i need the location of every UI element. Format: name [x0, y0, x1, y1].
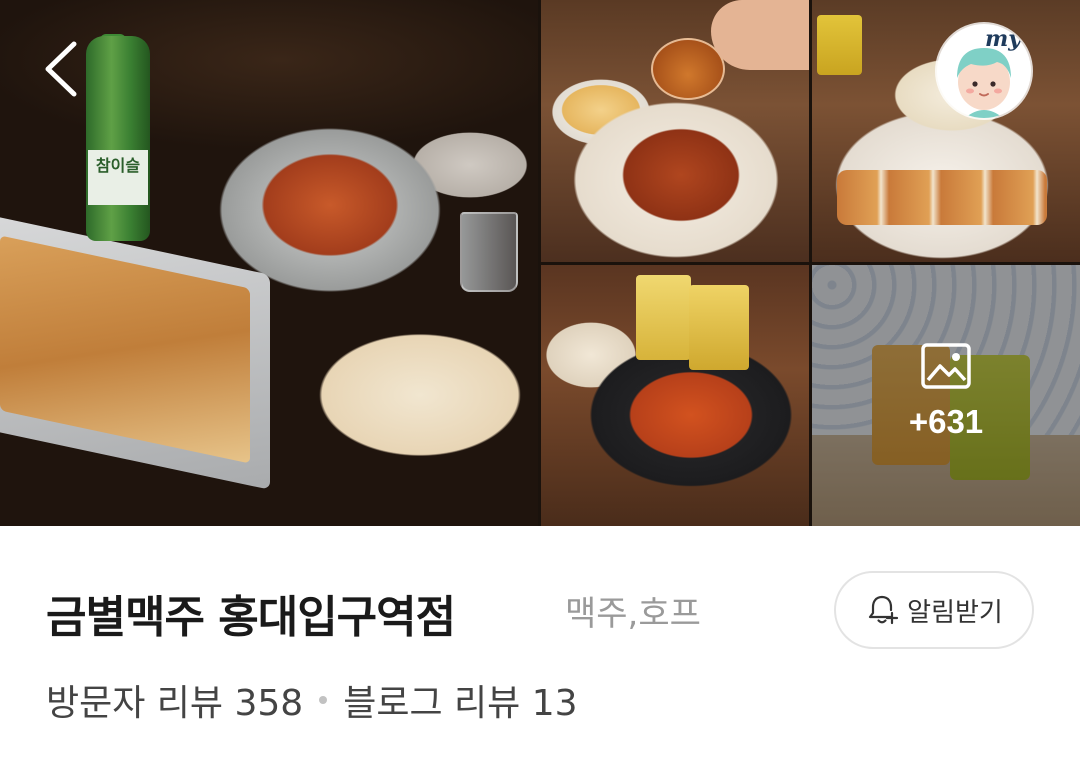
back-button[interactable] — [30, 34, 100, 104]
place-category: 맥주,호프 — [565, 594, 701, 634]
more-photos-button[interactable]: +631 — [812, 265, 1080, 526]
photo-thumbnail-3[interactable] — [541, 265, 809, 526]
place-name: 금별맥주 홍대입구역점 — [46, 592, 456, 643]
image-icon — [921, 343, 971, 389]
hand — [711, 0, 809, 70]
photo-thumbnail-2[interactable] — [812, 0, 1080, 262]
notify-button[interactable]: 알림받기 — [834, 571, 1034, 649]
avatar-badge-text: my — [985, 26, 1022, 52]
notify-button-label: 알림받기 — [907, 597, 1003, 628]
separator-dot — [319, 696, 328, 704]
toast-plate — [837, 170, 1047, 225]
beer-glass-1 — [636, 275, 691, 360]
more-photos-count: +631 — [908, 403, 984, 440]
chevron-left-icon — [45, 41, 77, 97]
bottle-label: 참이슬 — [88, 150, 148, 205]
blog-review-link[interactable]: 블로그 리뷰 13 — [343, 674, 577, 726]
photo-thumbnail-1[interactable] — [541, 0, 809, 262]
drink-glass — [817, 15, 862, 75]
beer-glass-2 — [689, 285, 749, 370]
visitor-review-link[interactable]: 방문자 리뷰 358 — [46, 674, 303, 726]
soju-glass — [460, 212, 518, 292]
photo-gallery: 참이슬 my +631 — [0, 0, 1080, 526]
place-info: 금별맥주 홍대입구역점 맥주,호프 알림받기 방문자 리뷰 358 블로그 리뷰… — [0, 526, 1080, 758]
my-avatar-button[interactable]: my — [937, 24, 1031, 118]
review-summary: 방문자 리뷰 358 블로그 리뷰 13 — [46, 674, 578, 726]
bell-plus-icon — [869, 595, 899, 625]
